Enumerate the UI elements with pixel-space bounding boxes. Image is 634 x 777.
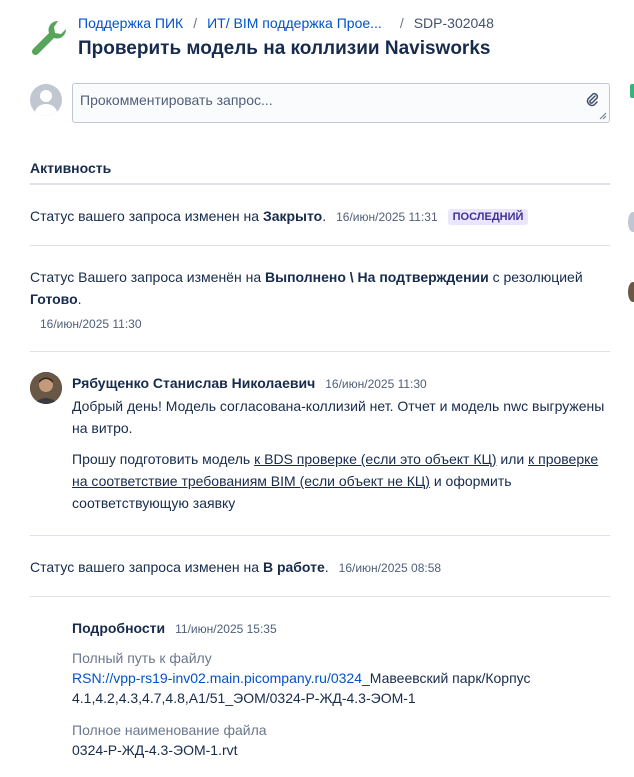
- breadcrumb: Поддержка ПИК / ИТ/ BIM поддержка Прое... /…: [78, 15, 494, 31]
- breadcrumb-separator: /: [193, 15, 198, 31]
- timestamp: 16/июн/2025 11:31: [336, 210, 438, 224]
- activity-item-status: Статус Вашего запроса изменён на Выполне…: [30, 266, 610, 335]
- divider: [30, 351, 610, 352]
- comment: Рябущенко Станислав Николаевич 16/июн/202…: [72, 372, 610, 514]
- status-text: Статус вашего запроса изменен на: [30, 559, 263, 575]
- divider: [30, 596, 610, 597]
- bds-check-link[interactable]: к BDS проверке (если это объект КЦ): [254, 451, 496, 467]
- activity-item-status: Статус вашего запроса изменен на В работ…: [30, 556, 610, 579]
- status-value: В работе: [262, 559, 325, 575]
- status-text: Статус вашего запроса изменен на: [30, 208, 263, 224]
- resolution-text: с резолюцией: [488, 269, 583, 285]
- field-label: Полный путь к файлу: [72, 650, 212, 666]
- details-section: Подробности 11/июн/2025 15:35 Полный путь…: [72, 620, 610, 760]
- resize-grip-icon[interactable]: [599, 112, 607, 120]
- details-title: Подробности: [72, 620, 166, 636]
- status-text: Статус Вашего запроса изменён на: [30, 269, 265, 285]
- paperclip-icon[interactable]: [585, 92, 599, 108]
- resolution-value: Готово: [30, 291, 78, 307]
- timestamp: 16/июн/2025 08:58: [338, 561, 442, 575]
- breadcrumb-project-link[interactable]: Поддержка ПИК: [78, 15, 183, 31]
- breadcrumb-separator: /: [399, 15, 404, 31]
- side-panel-edge: [628, 0, 634, 777]
- status-suffix: .: [322, 208, 327, 224]
- divider: [30, 245, 610, 246]
- field-label: Полное наименование файла: [72, 722, 267, 738]
- comment-author[interactable]: Рябущенко Станислав Николаевич: [72, 375, 315, 391]
- comment-row: Прокомментировать запрос...: [30, 83, 610, 123]
- timestamp: 11/июн/2025 15:35: [175, 622, 277, 636]
- field-value: RSN://vpp-rs19-inv02.main.picompany.ru/0…: [72, 668, 610, 708]
- comment-text-part: или: [496, 451, 529, 467]
- activity-heading: Активность: [30, 160, 112, 176]
- divider: [30, 535, 610, 536]
- status-suffix: .: [77, 291, 82, 307]
- breadcrumb-issue-key[interactable]: SDP-302048: [414, 15, 494, 31]
- avatar[interactable]: [30, 372, 62, 404]
- file-path-link[interactable]: RSN://vpp-rs19-inv02.main.picompany.ru/0…: [72, 670, 362, 686]
- activity-divider: [30, 183, 610, 185]
- status-value: Закрыто: [262, 208, 323, 224]
- activity-item-status: Статус вашего запроса изменен на Закрыто…: [30, 205, 610, 228]
- comment-text-links: Прошу подготовить модель к BDS проверке …: [72, 448, 610, 514]
- user-photo-icon: [30, 372, 62, 404]
- page-title: Проверить модель на коллизии Navisworks: [78, 38, 491, 59]
- status-suffix: .: [324, 559, 329, 575]
- comment-input[interactable]: Прокомментировать запрос...: [72, 83, 610, 123]
- wrench-icon: [31, 20, 67, 56]
- timestamp: 16/июн/2025 11:30: [40, 317, 142, 331]
- status-badge: ПОСЛЕДНИЙ: [447, 209, 529, 225]
- avatar: [30, 84, 62, 116]
- breadcrumb-queue-link[interactable]: ИТ/ BIM поддержка Прое...: [207, 15, 382, 31]
- field-value: 0324-Р-ЖД-4.3-ЭОМ-1.rvt: [72, 742, 238, 758]
- timestamp: 16/июн/2025 11:30: [325, 377, 427, 391]
- issue-header: Поддержка ПИК / ИТ/ BIM поддержка Прое... /…: [0, 0, 634, 72]
- comment-text-part: Прошу подготовить модель: [72, 451, 255, 467]
- comment-text: Добрый день! Модель согласована-коллизий…: [72, 398, 605, 436]
- status-value: Выполнено \ На подтверждении: [265, 269, 489, 285]
- comment-placeholder: Прокомментировать запрос...: [80, 92, 273, 108]
